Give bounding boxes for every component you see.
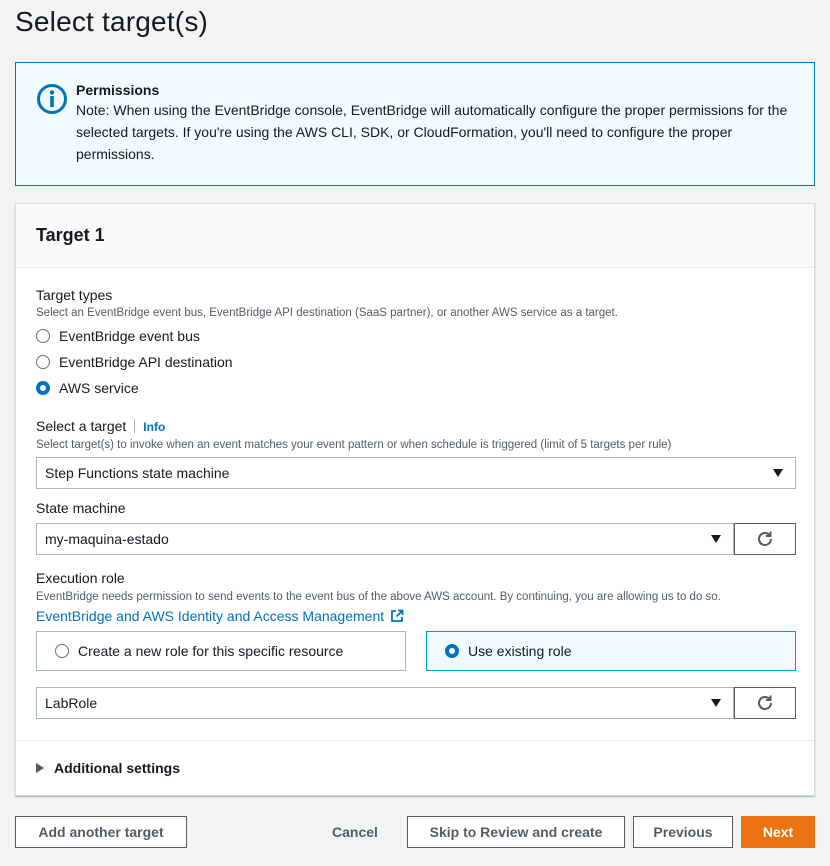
radio-aws-service[interactable]: AWS service xyxy=(36,378,139,398)
alert-body: Note: When using the EventBridge console… xyxy=(76,102,788,162)
execution-role-description: EventBridge needs permission to send eve… xyxy=(36,591,721,603)
alert-title: Permissions xyxy=(76,82,160,98)
refresh-state-machines-button[interactable] xyxy=(734,523,796,555)
refresh-icon xyxy=(758,695,772,710)
radio-label: AWS service xyxy=(59,380,139,396)
info-circle-icon xyxy=(37,84,67,114)
tile-create-new-role[interactable]: Create a new role for this specific reso… xyxy=(36,631,406,671)
state-machine-label: State machine xyxy=(36,500,126,516)
info-link[interactable]: Info xyxy=(143,420,165,434)
caret-down-icon xyxy=(711,535,721,543)
radio-button-checked[interactable] xyxy=(445,644,459,658)
radio-label: EventBridge event bus xyxy=(59,328,200,344)
target-panel-header: Target 1 xyxy=(16,204,814,268)
role-select[interactable]: LabRole xyxy=(36,687,734,719)
previous-button[interactable]: Previous xyxy=(633,816,733,848)
state-machine-select[interactable]: my-maquina-estado xyxy=(36,523,734,555)
skip-to-review-button[interactable]: Skip to Review and create xyxy=(407,816,625,848)
iam-docs-link-text: EventBridge and AWS Identity and Access … xyxy=(36,608,385,624)
target-title: Target 1 xyxy=(36,225,105,245)
next-button[interactable]: Next xyxy=(741,816,815,848)
select-target-description: Select target(s) to invoke when an event… xyxy=(36,439,672,451)
iam-docs-link[interactable]: EventBridge and AWS Identity and Access … xyxy=(36,608,404,624)
tile-label: Use existing role xyxy=(468,643,572,659)
additional-settings-toggle[interactable]: Additional settings xyxy=(36,760,180,776)
radio-eventbridge-api-destination[interactable]: EventBridge API destination xyxy=(36,352,233,372)
cancel-button[interactable]: Cancel xyxy=(320,816,390,848)
state-machine-value: my-maquina-estado xyxy=(45,531,169,547)
tile-label: Create a new role for this specific reso… xyxy=(78,643,344,659)
execution-role-label: Execution role xyxy=(36,570,125,586)
target-types-label: Target types xyxy=(36,287,113,303)
add-another-target-button[interactable]: Add another target xyxy=(15,816,187,848)
additional-settings-label: Additional settings xyxy=(54,760,180,776)
caret-down-icon xyxy=(773,469,783,477)
tile-use-existing-role[interactable]: Use existing role xyxy=(426,631,796,671)
divider xyxy=(16,740,814,741)
radio-eventbridge-event-bus[interactable]: EventBridge event bus xyxy=(36,326,200,346)
select-target-label-text: Select a target xyxy=(36,418,127,434)
refresh-icon xyxy=(758,531,772,546)
permissions-alert: Permissions Note: When using the EventBr… xyxy=(15,62,815,186)
radio-button-checked[interactable] xyxy=(36,381,50,395)
radio-button[interactable] xyxy=(55,644,69,658)
radio-label: EventBridge API destination xyxy=(59,354,233,370)
refresh-roles-button[interactable] xyxy=(734,687,796,719)
select-target-label: Select a target Info xyxy=(36,418,165,434)
radio-button[interactable] xyxy=(36,329,50,343)
target-type-select[interactable]: Step Functions state machine xyxy=(36,457,796,489)
page-title: Select target(s) xyxy=(15,6,209,37)
target-types-description: Select an EventBridge event bus, EventBr… xyxy=(36,307,618,319)
target-panel: Target 1 Target types Select an EventBri… xyxy=(15,203,815,796)
caret-down-icon xyxy=(711,699,721,707)
role-value: LabRole xyxy=(45,695,98,711)
target-type-value: Step Functions state machine xyxy=(45,465,230,481)
caret-right-icon xyxy=(36,763,44,773)
external-link-icon xyxy=(391,609,404,622)
radio-button[interactable] xyxy=(36,355,50,369)
